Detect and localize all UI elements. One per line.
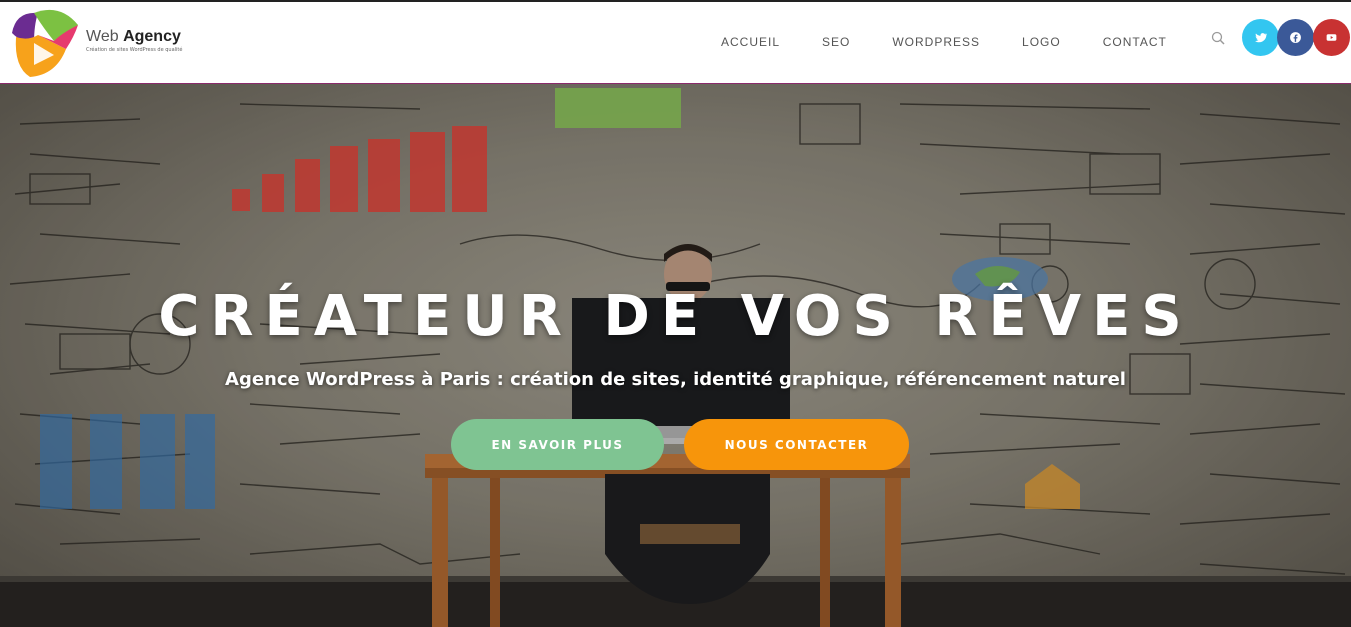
nav-item-seo[interactable]: SEO bbox=[822, 35, 850, 49]
nav-item-accueil[interactable]: ACCUEIL bbox=[721, 35, 780, 49]
brand-name: Web Agency bbox=[86, 28, 181, 45]
nav-item-logo[interactable]: LOGO bbox=[1022, 35, 1061, 49]
search-icon[interactable] bbox=[1210, 30, 1228, 48]
facebook-icon bbox=[1290, 32, 1301, 43]
contact-us-button[interactable]: NOUS CONTACTER bbox=[684, 419, 909, 470]
hero-title: CRÉATEUR DE VOS RÊVES bbox=[158, 284, 1193, 349]
nav-item-wordpress[interactable]: WORDPRESS bbox=[892, 35, 980, 49]
facebook-button[interactable] bbox=[1277, 19, 1314, 56]
youtube-icon bbox=[1326, 34, 1337, 41]
hero-section: CRÉATEUR DE VOS RÊVES Agence WordPress à… bbox=[0, 84, 1351, 627]
logo[interactable]: Web Agency Création de sites WordPress d… bbox=[4, 2, 194, 82]
twitter-button[interactable] bbox=[1242, 19, 1279, 56]
site-header: Web Agency Création de sites WordPress d… bbox=[0, 2, 1351, 84]
logo-text: Web Agency Création de sites WordPress d… bbox=[86, 28, 182, 53]
twitter-icon bbox=[1255, 33, 1267, 43]
main-nav: ACCUEIL SEO WORDPRESS LOGO CONTACT bbox=[700, 2, 1188, 82]
hero-overlay bbox=[0, 84, 1351, 627]
youtube-button[interactable] bbox=[1313, 19, 1350, 56]
hero-subtitle: Agence WordPress à Paris : création de s… bbox=[225, 369, 1126, 390]
learn-more-button[interactable]: EN SAVOIR PLUS bbox=[451, 419, 664, 470]
nav-item-contact[interactable]: CONTACT bbox=[1103, 35, 1167, 49]
brand-tagline: Création de sites WordPress de qualité bbox=[86, 47, 183, 53]
logo-mark-icon bbox=[12, 9, 78, 77]
